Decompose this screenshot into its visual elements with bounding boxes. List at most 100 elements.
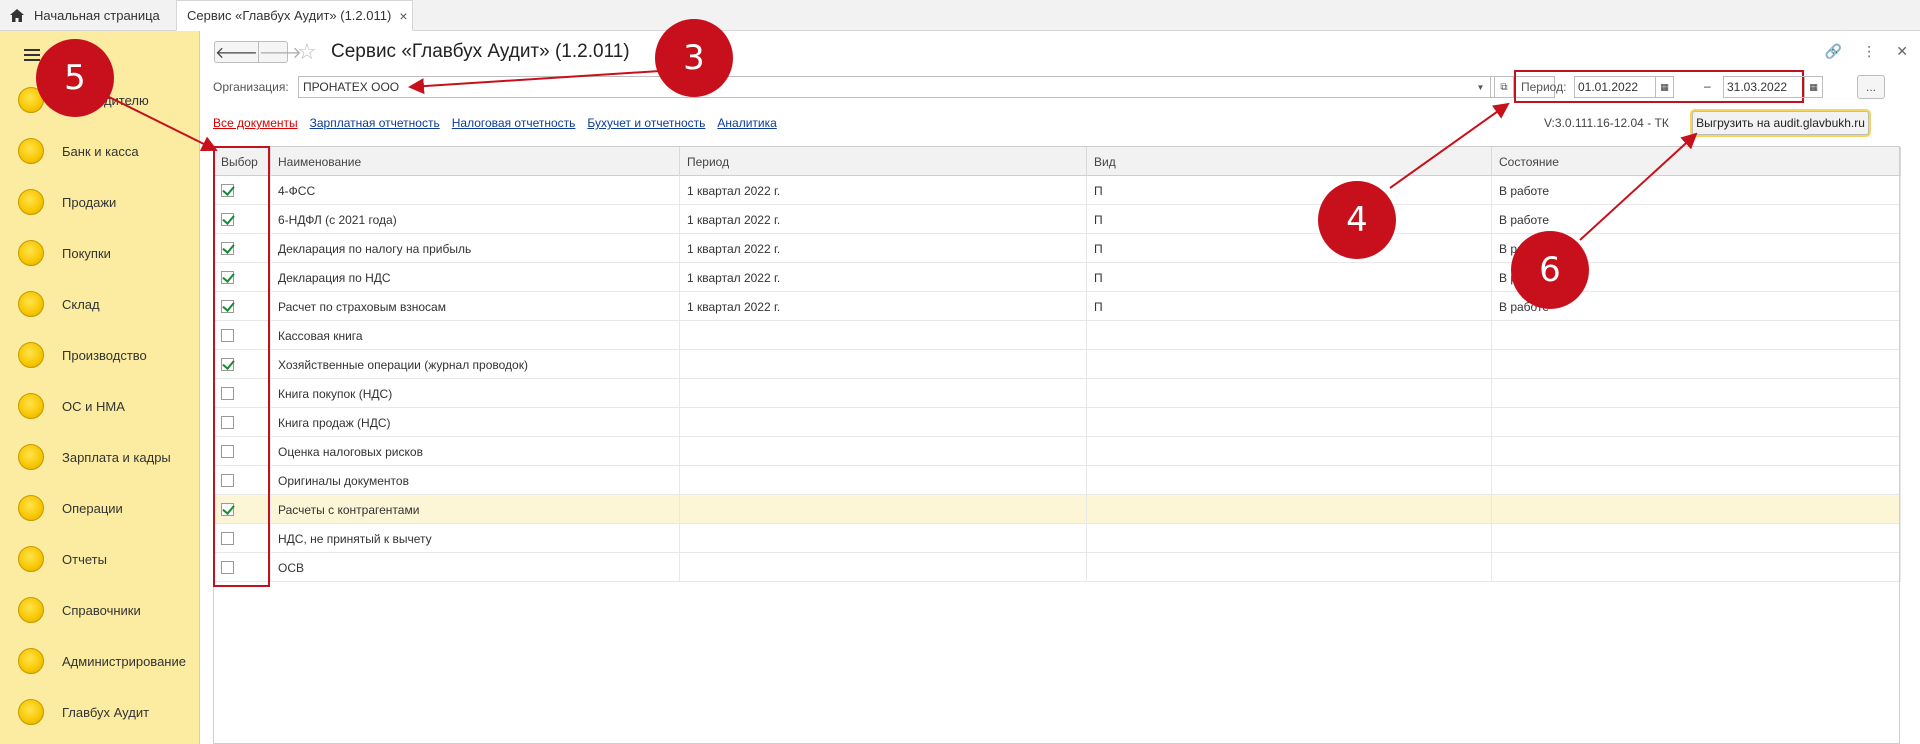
table-header: Выбор Наименование Период Вид Состояние: [214, 147, 1901, 176]
close-window-icon[interactable]: ✕: [1896, 43, 1908, 60]
cell-kind: [1087, 495, 1492, 524]
section-link[interactable]: Все документы: [213, 116, 298, 130]
chevron-down-icon[interactable]: ▼: [1471, 76, 1491, 98]
section-coin-icon: [18, 342, 44, 368]
table-row[interactable]: Декларация по налогу на прибыль 1 квартал…: [214, 234, 1901, 263]
sidebar: РуководителюБанк и кассаПродажиПокупкиСк…: [0, 31, 200, 744]
table-row[interactable]: Книга продаж (НДС): [214, 408, 1901, 437]
column-header[interactable]: Период: [680, 147, 1087, 176]
cell-name: Оценка налоговых рисков: [271, 437, 680, 466]
back-button[interactable]: 🡐: [215, 42, 258, 62]
org-label: Организация:: [213, 80, 289, 94]
cell-name: ОСВ: [271, 553, 680, 582]
upload-button[interactable]: Выгрузить на audit.glavbukh.ru: [1692, 111, 1869, 135]
sidebar-item-label: Продажи: [62, 194, 117, 210]
table-row[interactable]: Оценка налоговых рисков: [214, 437, 1901, 466]
section-link[interactable]: Бухучет и отчетность: [587, 116, 705, 130]
section-coin-icon: [18, 138, 44, 164]
cell-name: 6-НДФЛ (с 2021 года): [271, 205, 680, 234]
sidebar-item[interactable]: Главбух Аудит: [18, 697, 149, 727]
cell-state: [1492, 495, 1901, 524]
table-row[interactable]: Расчеты с контрагентами: [214, 495, 1901, 524]
section-link[interactable]: Зарплатная отчетность: [310, 116, 440, 130]
sidebar-item-label: Зарплата и кадры: [62, 449, 171, 465]
cell-kind: П: [1087, 176, 1492, 205]
date-from-field[interactable]: 01.01.2022 ▦: [1574, 76, 1674, 98]
cell-period: [680, 466, 1087, 495]
cell-kind: [1087, 524, 1492, 553]
section-links: Все документы Зарплатная отчетность Налого…: [213, 116, 777, 130]
section-coin-icon: [18, 189, 44, 215]
table-row[interactable]: 6-НДФЛ (с 2021 года) 1 квартал 2022 г. П В …: [214, 205, 1901, 234]
sidebar-item[interactable]: Производство: [18, 340, 147, 370]
cell-period: [680, 350, 1087, 379]
tab-service[interactable]: Сервис «Главбух Аудит» (1.2.011) ×: [176, 0, 413, 31]
sidebar-item-label: Операции: [62, 500, 123, 516]
cell-name: Книга продаж (НДС): [271, 408, 680, 437]
table-row[interactable]: Декларация по НДС1 квартал 2022 г.ПВ раб…: [214, 263, 1901, 292]
date-to-field[interactable]: 31.03.2022 ▦: [1723, 76, 1823, 98]
sidebar-item-label: Покупки: [62, 245, 111, 261]
sidebar-item[interactable]: Зарплата и кадры: [18, 442, 171, 472]
more-icon[interactable]: ⋮: [1862, 43, 1876, 60]
cell-name: Расчеты с контрагентами: [271, 495, 680, 524]
column-header[interactable]: Вид: [1087, 147, 1492, 176]
sidebar-item-label: Отчеты: [62, 551, 107, 567]
cell-name: Кассовая книга: [271, 321, 680, 350]
menu-icon[interactable]: [24, 49, 40, 63]
section-coin-icon: [18, 495, 44, 521]
table-row[interactable]: Расчет по страховым взносам 1 квартал 202…: [214, 292, 1901, 321]
sidebar-item[interactable]: Отчеты: [18, 544, 107, 574]
open-icon[interactable]: ⧉: [1494, 76, 1514, 98]
cell-state: [1492, 437, 1901, 466]
table-row[interactable]: 4-ФСС 1 квартал 2022 г. П В работе: [214, 176, 1901, 205]
table-row[interactable]: Оригиналы документов: [214, 466, 1901, 495]
version-text: V:3.0.111.16-12.04 - ТК: [1544, 116, 1669, 130]
cell-period: [680, 524, 1087, 553]
cell-kind: [1087, 553, 1492, 582]
cell-period: [680, 553, 1087, 582]
org-field[interactable]: ПРОНАТЕХ ООО: [298, 76, 1555, 98]
calendar-icon[interactable]: ▦: [1804, 77, 1822, 97]
section-link[interactable]: Аналитика: [717, 116, 776, 130]
sidebar-item[interactable]: Справочники: [18, 595, 141, 625]
tab-service-label: Сервис «Главбух Аудит» (1.2.011): [187, 8, 392, 23]
sidebar-item[interactable]: Покупки: [18, 238, 111, 268]
tab-home[interactable]: Начальная страница: [0, 0, 172, 31]
section-link[interactable]: Налоговая отчетность: [452, 116, 576, 130]
annotation-badge-6: 6: [1511, 231, 1589, 309]
cell-kind: [1087, 408, 1492, 437]
cell-name: 4-ФСС: [271, 176, 680, 205]
selection-column-highlight: [213, 146, 270, 587]
cell-period: [680, 321, 1087, 350]
forward-button[interactable]: 🡒: [257, 42, 302, 62]
table-row[interactable]: Хозяйственные операции (журнал проводок): [214, 350, 1901, 379]
sidebar-item[interactable]: Администрирование: [18, 646, 186, 676]
calendar-icon[interactable]: ▦: [1655, 77, 1673, 97]
main-panel: 🡐 🡒 ☆ Сервис «Главбух Аудит» (1.2.011) 🔗…: [201, 31, 1920, 744]
sidebar-item-label: Справочники: [62, 602, 141, 618]
cell-name: Хозяйственные операции (журнал проводок): [271, 350, 680, 379]
cell-period: [680, 495, 1087, 524]
table-row[interactable]: ОСВ: [214, 553, 1901, 582]
cell-state: [1492, 408, 1901, 437]
sidebar-item[interactable]: Банк и касса: [18, 136, 139, 166]
cell-state: [1492, 553, 1901, 582]
column-header[interactable]: Наименование: [271, 147, 680, 176]
column-header[interactable]: Состояние: [1492, 147, 1901, 176]
sidebar-item[interactable]: Склад: [18, 289, 100, 319]
table-row[interactable]: Кассовая книга: [214, 321, 1901, 350]
cell-period: 1 квартал 2022 г.: [680, 205, 1087, 234]
favorite-star-icon[interactable]: ☆: [297, 39, 317, 65]
sidebar-item[interactable]: Операции: [18, 493, 123, 523]
sidebar-item[interactable]: ОС и НМА: [18, 391, 125, 421]
link-icon[interactable]: 🔗: [1825, 43, 1842, 60]
period-select-button[interactable]: ...: [1857, 75, 1885, 99]
close-icon[interactable]: ×: [399, 8, 407, 24]
table-row[interactable]: НДС, не принятый к вычету: [214, 524, 1901, 553]
cell-kind: П: [1087, 292, 1492, 321]
page-title: Сервис «Главбух Аудит» (1.2.011): [331, 41, 630, 62]
sidebar-item[interactable]: Продажи: [18, 187, 116, 217]
table-row[interactable]: Книга покупок (НДС): [214, 379, 1901, 408]
cell-name: Оригиналы документов: [271, 466, 680, 495]
